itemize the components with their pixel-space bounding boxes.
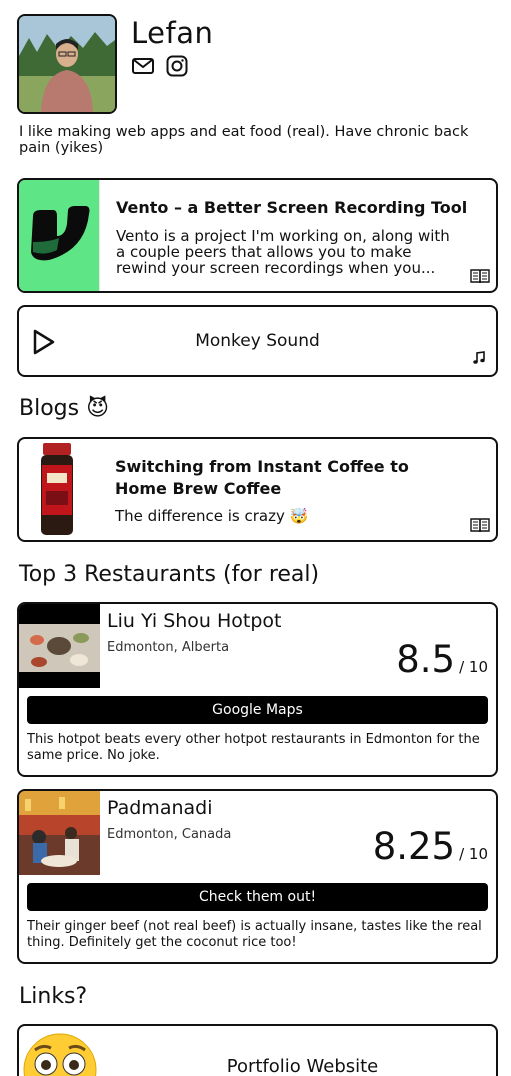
project-description: Vento is a project I'm working on, along…	[116, 228, 450, 276]
google-maps-button[interactable]: Google Maps	[27, 696, 488, 724]
book-icon	[470, 269, 490, 284]
music-card[interactable]: Monkey Sound	[17, 305, 498, 377]
link-label: Portfolio Website	[226, 1056, 379, 1076]
blogs-heading: Blogs 😈	[19, 396, 110, 421]
blog-card[interactable]: Switching from Instant Coffee to Home Br…	[17, 437, 498, 542]
score-max: / 10	[459, 845, 488, 863]
restaurant-score: 8.5 / 10	[396, 638, 488, 681]
score-value: 8.25	[372, 825, 456, 868]
links-heading: Links?	[19, 984, 88, 1009]
restaurant-card: Padmanadi Edmonton, Canada 8.25 / 10 Che…	[17, 789, 498, 964]
profile-header: Lefan	[17, 14, 495, 114]
check-them-out-button[interactable]: Check them out!	[27, 883, 488, 911]
restaurant-location: Edmonton, Alberta	[107, 640, 230, 655]
blog-description: The difference is crazy 🤯	[115, 507, 309, 525]
coffee-jar-image	[41, 443, 73, 535]
restaurants-heading: Top 3 Restaurants (for real)	[19, 562, 320, 587]
book-icon	[470, 518, 490, 533]
restaurant-photo	[19, 604, 100, 688]
profile-name: Lefan	[131, 16, 214, 50]
social-links	[131, 54, 189, 78]
restaurant-score: 8.25 / 10	[373, 825, 488, 868]
vento-logo	[19, 180, 100, 291]
restaurant-name: Padmanadi	[107, 797, 213, 819]
mail-icon[interactable]	[131, 54, 155, 78]
link-card-portfolio[interactable]: Portfolio Website	[17, 1024, 498, 1076]
restaurant-review: Their ginger beef (not real beef) is act…	[27, 919, 482, 950]
score-value: 8.5	[396, 638, 456, 681]
music-label: Monkey Sound	[195, 331, 320, 351]
instagram-icon[interactable]	[165, 54, 189, 78]
score-max: / 10	[459, 658, 488, 676]
restaurant-card: Liu Yi Shou Hotpot Edmonton, Alberta 8.5…	[17, 602, 498, 777]
profile-avatar	[17, 14, 117, 114]
restaurant-name: Liu Yi Shou Hotpot	[107, 610, 282, 632]
project-title: Vento – a Better Screen Recording Tool	[116, 198, 468, 217]
profile-bio: I like making web apps and eat food (rea…	[19, 124, 469, 156]
project-card-vento[interactable]: Vento – a Better Screen Recording Tool V…	[17, 178, 498, 293]
blog-title: Switching from Instant Coffee to Home Br…	[115, 457, 409, 498]
restaurant-location: Edmonton, Canada	[107, 827, 232, 842]
music-note-icon	[473, 351, 485, 364]
flushed-face-emoji	[23, 1033, 97, 1076]
restaurant-photo	[19, 791, 100, 875]
restaurant-review: This hotpot beats every other hotpot res…	[27, 732, 480, 763]
